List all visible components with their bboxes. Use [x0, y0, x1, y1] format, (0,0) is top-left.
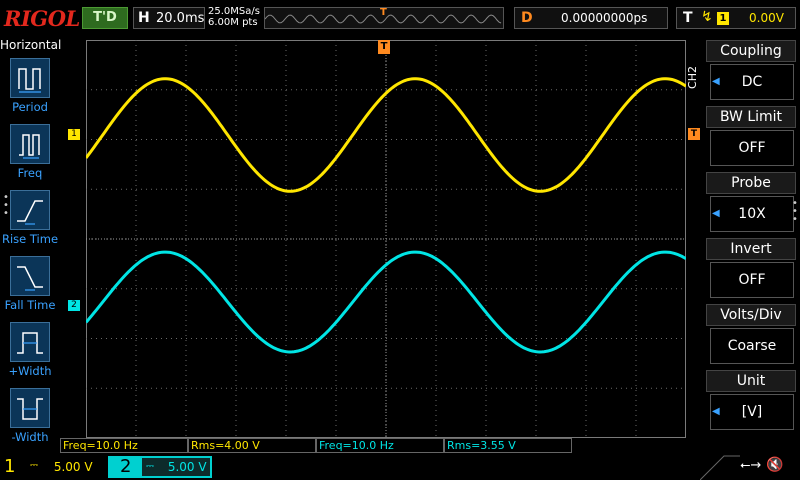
- page-indicator-left: • • •: [3, 192, 9, 219]
- menu-item-invert[interactable]: Invert OFF: [706, 238, 796, 300]
- ch2-label: 2: [120, 456, 132, 477]
- menu-item-label: Fall Time: [4, 298, 56, 312]
- fall-time-icon: [10, 256, 50, 296]
- menu-item-label: Period: [12, 100, 48, 114]
- measurement-ch2-freq[interactable]: Freq=10.0 Hz: [316, 438, 444, 453]
- page-indicator-right: • • •: [792, 198, 798, 225]
- menu-item-title: Volts/Div: [706, 304, 796, 326]
- rising-edge-icon: ↯: [701, 9, 713, 25]
- memory-depth: 6.00M pts: [208, 17, 258, 28]
- timebase-value: 20.0ms: [156, 11, 205, 26]
- positive-width-icon: [10, 322, 50, 362]
- menu-item-rise-time[interactable]: Rise Time: [0, 190, 60, 254]
- menu-item-fall-time[interactable]: Fall Time: [0, 256, 60, 320]
- menu-item-value: 10X: [710, 196, 794, 232]
- usb-icon: ⭠→: [740, 458, 762, 473]
- measure-menu: Horizontal Period Freq Rise Time Fall Ti…: [0, 36, 62, 454]
- menu-item-volts-div[interactable]: Volts/Div Coarse: [706, 304, 796, 366]
- menu-item-negative-width[interactable]: -Width: [0, 388, 60, 452]
- status-bar: RIGOL T'D H 20.0ms 25.0MSa/s 6.00M pts T…: [0, 0, 800, 36]
- status-tab-shape: [700, 455, 740, 480]
- brand-logo: RIGOL: [4, 6, 80, 31]
- menu-item-bw-limit[interactable]: BW Limit OFF: [706, 106, 796, 168]
- ch2-scale: 5.00 V: [167, 460, 207, 474]
- delay-label: D: [521, 10, 533, 26]
- ch1-label[interactable]: 1: [4, 456, 15, 477]
- channel-tag: CH2: [686, 66, 699, 89]
- dc-coupling-icon: ⎓: [30, 460, 38, 471]
- menu-title: Horizontal: [0, 38, 62, 52]
- horizontal-label: H: [138, 10, 150, 26]
- memory-position-bar[interactable]: T: [264, 7, 504, 29]
- menu-item-value: DC: [710, 64, 794, 100]
- menu-item-probe[interactable]: Probe 10X ◀: [706, 172, 796, 234]
- trigger-level-marker[interactable]: T: [688, 128, 700, 140]
- waveform-display[interactable]: [86, 40, 686, 438]
- select-arrow-icon: ◀: [712, 406, 720, 417]
- frequency-icon: [10, 124, 50, 164]
- trigger-position-marker[interactable]: T: [378, 40, 390, 54]
- trigger-label: T: [683, 10, 693, 26]
- menu-item-label: Freq: [17, 166, 43, 180]
- measurement-ch1-rms[interactable]: Rms=4.00 V: [188, 438, 316, 453]
- menu-item-freq[interactable]: Freq: [0, 124, 60, 188]
- acquisition-info: 25.0MSa/s 6.00M pts: [208, 6, 260, 28]
- menu-item-title: BW Limit: [706, 106, 796, 128]
- speaker-muted-icon[interactable]: 🔇: [766, 457, 783, 473]
- menu-item-value: [V]: [710, 394, 794, 430]
- horizontal-timebase[interactable]: H 20.0ms: [133, 7, 205, 29]
- menu-item-title: Invert: [706, 238, 796, 260]
- menu-item-label: +Width: [8, 364, 52, 378]
- trigger-level-value: 0.00V: [749, 11, 784, 25]
- sample-rate: 25.0MSa/s: [208, 6, 260, 17]
- measurement-ch1-freq[interactable]: Freq=10.0 Hz: [60, 438, 188, 453]
- rise-time-icon: [10, 190, 50, 230]
- menu-item-positive-width[interactable]: +Width: [0, 322, 60, 386]
- menu-item-label: -Width: [11, 430, 49, 444]
- select-arrow-icon: ◀: [712, 76, 720, 87]
- ch2-scale-inner: ⎓ 5.00 V: [142, 458, 210, 476]
- menu-item-label: Rise Time: [1, 232, 59, 246]
- menu-item-value: Coarse: [710, 328, 794, 364]
- delay-value: 0.00000000ps: [561, 11, 648, 25]
- trigger-source-badge: 1: [717, 12, 729, 25]
- menu-item-coupling[interactable]: Coupling DC ◀: [706, 40, 796, 102]
- negative-width-icon: [10, 388, 50, 428]
- ch1-offset-marker[interactable]: 1: [68, 129, 80, 140]
- select-arrow-icon: ◀: [712, 208, 720, 219]
- ch1-scale: 5.00 V: [53, 460, 93, 474]
- menu-item-title: Probe: [706, 172, 796, 194]
- ch1-scale-box[interactable]: ⎓ 5.00 V: [22, 457, 102, 477]
- channel-menu: CH2 Coupling DC ◀ BW Limit OFF Probe 10X…: [686, 40, 800, 434]
- menu-item-value: OFF: [710, 262, 794, 298]
- trigger-position-icon: T: [380, 7, 387, 18]
- trigger-settings[interactable]: T ↯ 1 0.00V: [676, 7, 796, 29]
- period-icon: [10, 58, 50, 98]
- graticule: [86, 40, 686, 438]
- menu-item-title: Coupling: [706, 40, 796, 62]
- dc-coupling-icon: ⎓: [146, 461, 154, 472]
- measurement-bar: Freq=10.0 Hz Rms=4.00 V Freq=10.0 Hz Rms…: [60, 438, 580, 454]
- menu-item-period[interactable]: Period: [0, 58, 60, 122]
- channel-status-bar: 1 ⎓ 5.00 V 2 ⎓ 5.00 V ⭠→ 🔇: [0, 454, 800, 480]
- menu-item-title: Unit: [706, 370, 796, 392]
- ch2-scale-box[interactable]: 2 ⎓ 5.00 V: [108, 456, 212, 478]
- horizontal-delay[interactable]: D 0.00000000ps: [514, 7, 668, 29]
- measurement-ch2-rms[interactable]: Rms=3.55 V: [444, 438, 572, 453]
- menu-item-value: OFF: [710, 130, 794, 166]
- run-status-badge[interactable]: T'D: [82, 7, 128, 29]
- ch2-offset-marker[interactable]: 2: [68, 300, 80, 311]
- menu-item-unit[interactable]: Unit [V] ◀: [706, 370, 796, 432]
